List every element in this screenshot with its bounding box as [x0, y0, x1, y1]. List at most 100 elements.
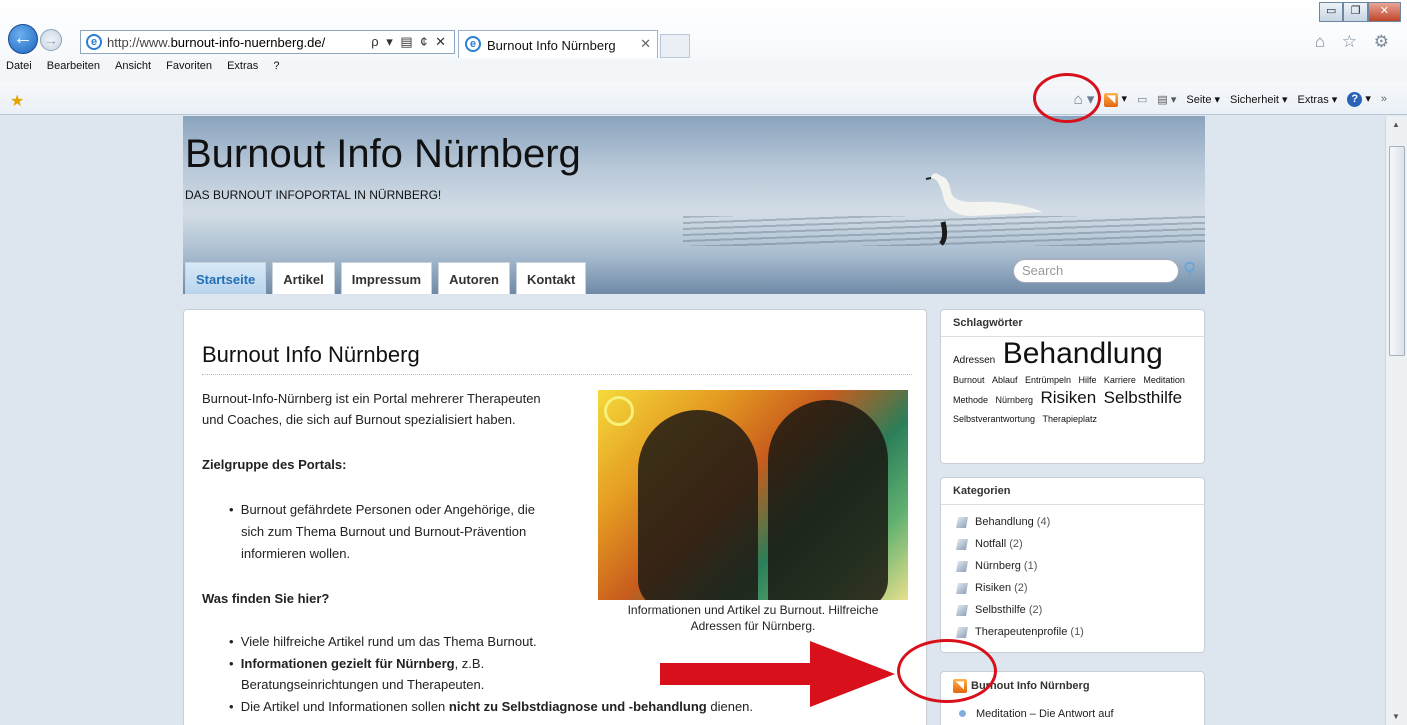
menu-help[interactable]: ?	[273, 60, 279, 72]
article-heading: Burnout Info Nürnberg	[202, 342, 420, 367]
nav-kontakt[interactable]: Kontakt	[515, 262, 587, 294]
tab-title: Burnout Info Nürnberg	[487, 38, 616, 53]
nav-startseite[interactable]: Startseite	[185, 262, 267, 294]
search-icon[interactable]: ⚲	[1183, 259, 1196, 280]
feed-item[interactable]: Meditation – Die Antwort auf	[941, 700, 1204, 725]
annotation-circle-rss	[1033, 73, 1101, 123]
tag-link[interactable]: Behandlung	[1003, 337, 1163, 370]
tags-title: Schlagwörter	[941, 310, 1204, 337]
tag-link[interactable]: Entrümpeln	[1025, 375, 1071, 385]
heading-divider	[202, 374, 912, 375]
tag-cloud-widget: Schlagwörter Adressen Behandlung Burnout…	[940, 309, 1205, 464]
site-subtitle: DAS BURNOUT INFOPORTAL IN NÜRNBERG!	[185, 188, 442, 202]
menu-bearbeiten[interactable]: Bearbeiten	[47, 60, 100, 72]
browser-tab[interactable]: e Burnout Info Nürnberg ✕	[458, 30, 658, 58]
menu-bar: Datei Bearbeiten Ansicht Favoriten Extra…	[0, 60, 1407, 82]
tag-link[interactable]: Hilfe	[1078, 375, 1096, 385]
bullet-3-line-2: Beratungseinrichtungen und Therapeuten.	[241, 677, 485, 692]
article-illustration	[598, 390, 908, 600]
nav-artikel[interactable]: Artikel	[272, 262, 335, 294]
address-url: http://www.burnout-info-nuernberg.de/	[107, 35, 326, 50]
menu-ansicht[interactable]: Ansicht	[115, 60, 151, 72]
tag-link[interactable]: Selbsthilfe	[1104, 388, 1182, 407]
home-favorites-tools-icons[interactable]: ⌂ ☆ ⚙	[1315, 32, 1395, 52]
help-icon: ?	[1347, 91, 1363, 107]
annotation-arrow	[660, 641, 895, 707]
print-icon[interactable]: ▤ ▾	[1157, 93, 1176, 106]
address-bar[interactable]: e http://www.burnout-info-nuernberg.de/ …	[80, 30, 455, 54]
section-was-finden: Was finden Sie hier?	[202, 591, 330, 606]
close-window-button[interactable]: ✕	[1367, 2, 1402, 22]
site-title[interactable]: Burnout Info Nürnberg	[185, 132, 581, 177]
menu-datei[interactable]: Datei	[6, 60, 32, 72]
bullet-3: • Informationen gezielt für Nürnberg, z.…	[229, 656, 485, 671]
favorites-star-icon[interactable]: ★	[10, 91, 24, 111]
menu-seite[interactable]: Seite ▾	[1186, 93, 1220, 106]
site-navigation: Startseite Artikel Impressum Autoren Kon…	[185, 262, 587, 294]
menu-extras[interactable]: Extras	[227, 60, 258, 72]
vertical-scrollbar[interactable]: ▲ ▼	[1385, 116, 1407, 725]
folder-icon	[956, 626, 968, 638]
category-item[interactable]: Risiken (2)	[941, 577, 1204, 599]
tag-link[interactable]: Selbstverantwortung	[953, 414, 1035, 424]
rss-feed-button[interactable]: ◥ ▾	[1104, 92, 1127, 107]
scroll-thumb[interactable]	[1389, 146, 1405, 356]
categories-widget: Kategorien Behandlung (4) Notfall (2) Nü…	[940, 477, 1205, 653]
category-item[interactable]: Behandlung (4)	[941, 511, 1204, 533]
category-item[interactable]: Selbsthilfe (2)	[941, 599, 1204, 621]
nav-autoren[interactable]: Autoren	[438, 262, 510, 294]
folder-icon	[956, 582, 968, 594]
intro-line-2: und Coaches, die sich auf Burnout spezia…	[202, 412, 516, 427]
rss-icon: ◥	[1104, 92, 1119, 107]
tag-link[interactable]: Karriere	[1104, 375, 1136, 385]
menu-sicherheit[interactable]: Sicherheit ▾	[1230, 93, 1288, 106]
category-item[interactable]: Therapeutenprofile (1)	[941, 621, 1204, 643]
swan-image	[925, 173, 1043, 246]
menu-extras-cmd[interactable]: Extras ▾	[1298, 93, 1338, 106]
tag-link[interactable]: Methode	[953, 395, 988, 405]
silhouette-left	[638, 410, 758, 600]
search-input[interactable]: Search	[1013, 259, 1179, 283]
tag-link[interactable]: Ablauf	[992, 375, 1018, 385]
bullet-1: • Burnout gefährdete Personen oder Angeh…	[229, 502, 535, 517]
ie-logo-icon: e	[86, 34, 102, 50]
site-header: Burnout Info Nürnberg DAS BURNOUT INFOPO…	[183, 116, 1205, 294]
maximize-button[interactable]: ❐	[1343, 2, 1368, 22]
tab-close-icon[interactable]: ✕	[640, 36, 651, 52]
tag-link[interactable]: Nürnberg	[995, 395, 1033, 405]
tag-link[interactable]: Therapieplatz	[1043, 414, 1098, 424]
section-zielgruppe: Zielgruppe des Portals:	[202, 457, 347, 472]
bullet-1-line-2: sich zum Thema Burnout und Burnout-Präve…	[241, 524, 527, 539]
address-controls[interactable]: ρ ▾ ▤ ¢ ✕	[371, 34, 448, 50]
tag-link[interactable]: Adressen	[953, 355, 995, 366]
tag-link[interactable]: Meditation	[1143, 375, 1185, 385]
forward-button[interactable]: →	[40, 29, 62, 51]
back-button[interactable]: ←	[8, 24, 38, 54]
window-controls: ▭ ❐ ✕	[1319, 2, 1402, 22]
tag-cloud: Adressen Behandlung Burnout Ablauf Entrü…	[941, 337, 1204, 436]
silhouette-right	[768, 400, 888, 600]
page-viewport: Burnout Info Nürnberg DAS BURNOUT INFOPO…	[0, 116, 1385, 725]
categories-title: Kategorien	[941, 478, 1204, 505]
mail-icon[interactable]: ▭	[1137, 93, 1147, 106]
sun-shape	[604, 396, 634, 426]
browser-chrome: ← → e http://www.burnout-info-nuernberg.…	[0, 0, 1407, 115]
bullet-1-line-3: informieren wollen.	[241, 546, 351, 561]
menu-favoriten[interactable]: Favoriten	[166, 60, 212, 72]
category-item[interactable]: Nürnberg (1)	[941, 555, 1204, 577]
nav-impressum[interactable]: Impressum	[340, 262, 433, 294]
help-button[interactable]: ? ▾	[1347, 91, 1371, 107]
scroll-up-icon[interactable]: ▲	[1392, 120, 1400, 129]
annotation-circle-feed	[897, 639, 997, 703]
overflow-chevron-icon[interactable]: »	[1381, 93, 1387, 105]
minimize-button[interactable]: ▭	[1319, 2, 1344, 22]
folder-icon	[956, 516, 968, 528]
new-tab-button[interactable]	[660, 34, 690, 58]
category-item[interactable]: Notfall (2)	[941, 533, 1204, 555]
bullet-2: • Viele hilfreiche Artikel rund um das T…	[229, 634, 537, 649]
scroll-down-icon[interactable]: ▼	[1392, 712, 1400, 721]
tag-link[interactable]: Risiken	[1040, 388, 1096, 407]
tag-link[interactable]: Burnout	[953, 375, 985, 385]
tab-favicon-icon: e	[465, 36, 481, 52]
folder-icon	[956, 604, 968, 616]
